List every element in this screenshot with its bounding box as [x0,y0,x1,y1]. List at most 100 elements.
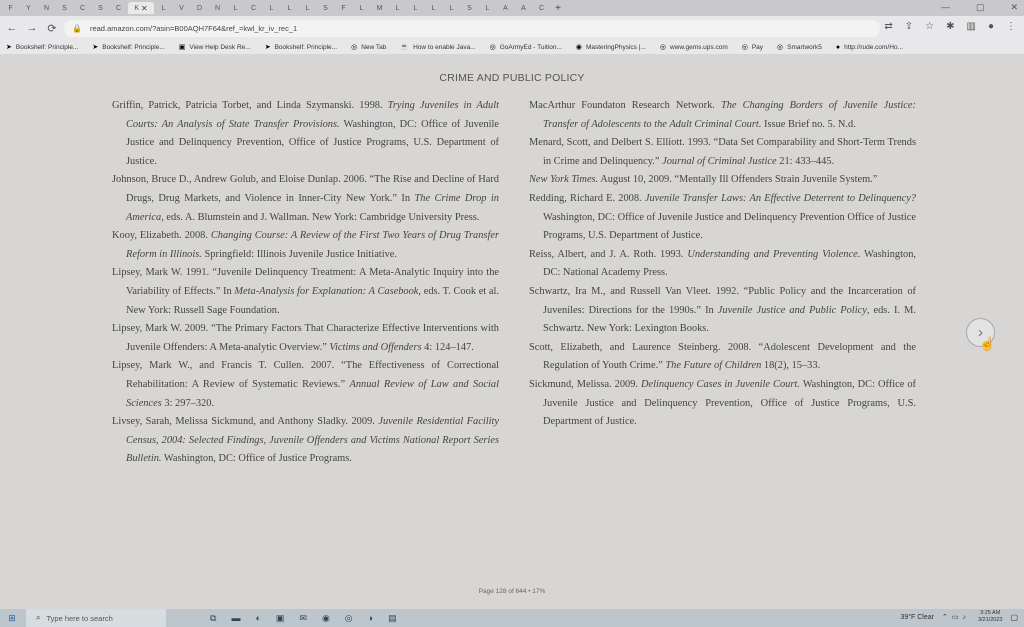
bookmark-item[interactable]: ☕ How to enable Java... [400,43,475,52]
bookmark-item[interactable]: ◎ Pay [741,43,764,52]
bookmark-label: Bookshelf: Principle... [274,43,338,51]
bookmark-item[interactable]: ▣ View Help Desk Re... [179,43,251,52]
bookmark-item[interactable]: ● http://rude.com/Ho... [836,44,903,51]
browser-tab[interactable]: C [245,2,262,14]
browser-tab[interactable]: L [227,2,244,14]
bookmark-label: Bookshelf: Principle... [15,43,79,51]
reference-entry: Scott, Elizabeth, and Laurence Steinberg… [529,341,916,372]
bookmark-item[interactable]: ➤ Bookshelf: Principle... [6,43,79,52]
bookmark-label: Pay [751,43,764,51]
browser-tab[interactable]: L [299,2,316,14]
tab-favicon-icon: L [233,4,238,12]
clock[interactable]: 3:25 AM 3/21/2023 [978,610,1002,624]
share-icon[interactable]: ⇪ [905,21,913,32]
notes-icon[interactable]: ▤ [388,613,397,624]
notification-icon[interactable]: ▢ [1010,613,1018,622]
browser-tab[interactable]: D [191,2,208,14]
close-window-icon[interactable]: ✕ [1010,2,1018,13]
reference-entry: Lipsey, Mark W., and Francis T. Cullen. … [112,360,499,409]
browser-tab[interactable]: M [371,2,388,14]
sidebar-icon[interactable]: ▥ [967,21,976,32]
bookmark-label: MasteringPhysics |... [585,43,646,51]
browser-tab[interactable]: Y [20,2,37,14]
browser-tab[interactable]: N [38,2,55,14]
browser-tab[interactable]: L [425,2,442,14]
browser-tab[interactable]: L [281,2,298,14]
bookmark-item[interactable]: ◎ Smartwork5 [777,43,822,52]
tab-favicon-icon: C [250,4,257,12]
bookmark-favicon-icon: ◎ [777,44,784,51]
tab-favicon-icon: K [134,4,139,12]
browser-tab[interactable]: F [335,2,352,14]
bookmark-favicon-icon: ➤ [6,44,12,51]
maximize-icon[interactable]: ▢ [976,2,985,13]
browser-tab[interactable]: L [155,2,172,14]
kebab-menu-icon[interactable]: ⋮ [1006,21,1016,32]
app-icon[interactable]: ◉ [322,613,330,624]
browser-tab[interactable]: N [209,2,226,14]
reference-entry: Schwartz, Ira M., and Russell Van Vleet.… [529,285,916,335]
weather-widget[interactable]: 39°F Clear [900,614,934,621]
address-bar[interactable]: 🔒 read.amazon.com/?asin=B00AQH7F64&ref_=… [64,20,880,37]
taskbar-search-box[interactable]: ⌕ Type here to search [26,609,166,627]
browser-tab[interactable]: A [497,2,514,14]
forward-icon[interactable]: → [24,22,40,34]
bookmark-item[interactable]: ◎ www.gems.ups.com [660,43,728,52]
clock-date: 3/21/2023 [977,617,1003,623]
reference-entry: Sickmund, Melissa. 2009. Delinquency Cas… [529,378,916,428]
windows-start-icon[interactable]: ⊞ [2,613,22,624]
tab-favicon-icon: F [341,4,346,12]
browser-tab[interactable]: K ✕ [128,2,154,14]
browser-tab[interactable]: C [74,2,91,14]
bookmark-favicon-icon: ● [835,43,841,51]
file-explorer-icon[interactable]: ▬ [231,613,240,623]
browser-tab[interactable]: S [317,2,334,14]
reference-entry: Reiss, Albert, and J. A. Roth. 1993. Und… [529,248,916,279]
reload-icon[interactable]: ⟳ [44,22,60,35]
back-icon[interactable]: ← [4,22,20,34]
browser-tab[interactable]: L [479,2,496,14]
url-text: read.amazon.com/?asin=B00AQH7F64&ref_=kw… [89,24,298,33]
browser-toolbar: ← → ⟳ 🔒 read.amazon.com/?asin=B00AQH7F64… [0,16,1024,40]
bookmark-item[interactable]: ◎ New Tab [351,43,386,52]
system-tray: 39°F Clear ⌃▭♪ 3:25 AM 3/21/2023 ▢ [900,610,1018,624]
store-icon[interactable]: ▣ [276,613,285,624]
task-view-icon[interactable]: ⧉ [210,613,216,624]
bookmark-item[interactable]: ➤ Bookshelf: Principle... [92,43,164,52]
browser-tab[interactable]: S [92,2,109,14]
chrome-icon[interactable]: ◎ [345,613,353,624]
bookmarks-bar: ➤ Bookshelf: Principle... ➤ Bookshelf: Prin… [0,40,1024,54]
translate-icon[interactable]: ⇄ [884,21,892,32]
browser-tab[interactable]: C [533,2,550,14]
reference-entry: Lipsey, Mark W. 1991. “Juvenile Delinque… [112,267,499,316]
bookmark-item[interactable]: ◉ MasteringPhysics |... [576,43,646,52]
browser-tab[interactable]: L [389,2,406,14]
browser-tab[interactable]: V [173,2,190,14]
browser-tab[interactable]: S [56,2,73,14]
minimize-icon[interactable]: — [941,2,950,13]
tab-favicon-icon: L [413,4,418,12]
bookmark-favicon-icon: ◎ [741,44,748,51]
mail-icon[interactable]: ✉ [299,613,307,624]
browser-tab[interactable]: L [353,2,370,14]
running-head: CRIME AND PUBLIC POLICY [439,72,585,84]
star-icon[interactable]: ☆ [925,21,934,32]
edge-icon[interactable]: ◐ [255,613,260,623]
edge-alt-icon[interactable]: ◑ [368,613,373,623]
new-tab-button[interactable]: + [551,3,565,14]
browser-tab[interactable]: L [443,2,460,14]
kindle-reader-page: CRIME AND PUBLIC POLICY Griffin, Patrick… [0,54,1024,609]
close-tab-icon[interactable]: ✕ [141,4,148,13]
browser-tab[interactable]: S [461,2,478,14]
browser-tab[interactable]: A [515,2,532,14]
browser-tab[interactable]: F [2,2,19,14]
bookmark-item[interactable]: ➤ Bookshelf: Principle... [265,43,338,52]
reference-entry: Griffin, Patrick, Patricia Torbet, and L… [112,100,499,167]
bookmark-item[interactable]: ◎ GoArmyEd - Tuition... [490,43,562,52]
browser-tab[interactable]: L [407,2,424,14]
tray-icons[interactable]: ⌃▭♪ [942,613,970,621]
avatar-icon[interactable]: ● [988,21,994,32]
puzzle-icon[interactable]: ✱ [946,21,954,32]
browser-tab[interactable]: C [110,2,127,14]
browser-tab[interactable]: L [263,2,280,14]
